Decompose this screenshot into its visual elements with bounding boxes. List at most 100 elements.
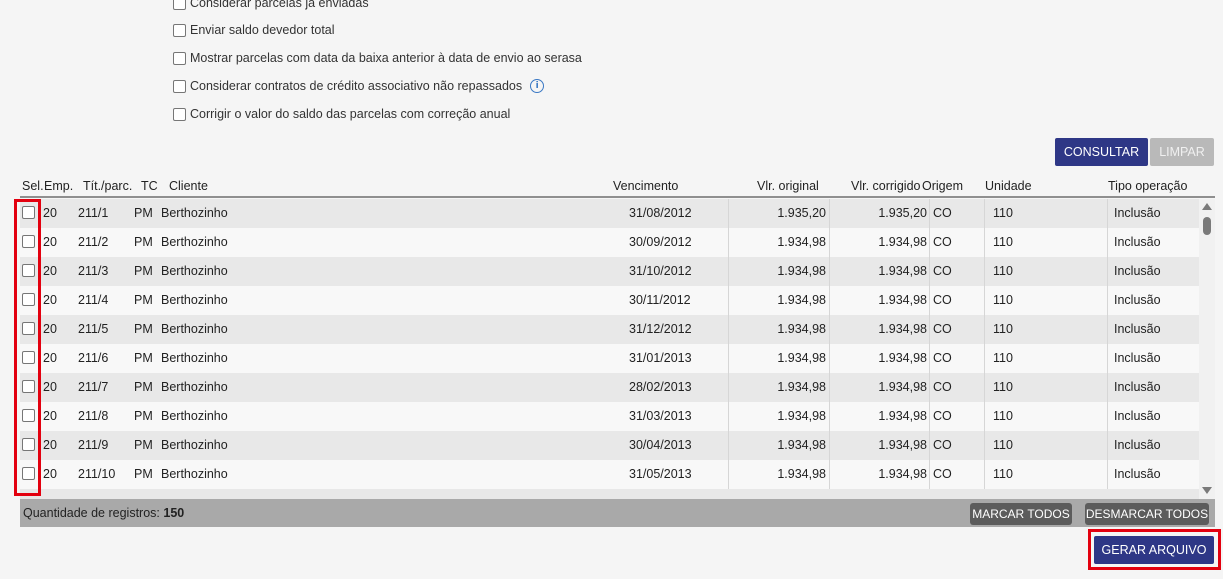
option-5[interactable]: Corrigir o valor do saldo das parcelas c… xyxy=(173,105,510,123)
table-row[interactable]: 20 211/9 PM Berthozinho 30/04/2013 1.934,98 1.… xyxy=(20,431,1199,460)
table-row[interactable]: 20 211/5 PM Berthozinho 31/12/2012 1.934,98 1.… xyxy=(20,315,1199,344)
row-select-checkbox[interactable] xyxy=(22,409,35,422)
scroll-thumb[interactable] xyxy=(1203,217,1211,235)
cell-unidade: 110 xyxy=(993,380,1013,394)
cell-emp: 20 xyxy=(43,467,57,481)
table-row[interactable]: 20 211/3 PM Berthozinho 31/10/2012 1.934,98 1.… xyxy=(20,257,1199,286)
option-checkbox[interactable] xyxy=(173,0,186,10)
cell-vencimento: 31/05/2013 xyxy=(629,467,692,481)
cell-unidade: 110 xyxy=(993,235,1013,249)
cell-vencimento: 31/01/2013 xyxy=(629,351,692,365)
column-divider xyxy=(929,228,930,257)
cell-emp: 20 xyxy=(43,293,57,307)
cell-cliente: Berthozinho xyxy=(161,293,228,307)
column-divider xyxy=(984,315,985,344)
option-checkbox[interactable] xyxy=(173,51,186,65)
cell-unidade: 110 xyxy=(993,293,1013,307)
consultar-button[interactable]: CONSULTAR xyxy=(1055,138,1148,166)
column-divider xyxy=(1107,373,1108,402)
table-row[interactable]: 20 211/2 PM Berthozinho 30/09/2012 1.934,98 1.… xyxy=(20,228,1199,257)
cell-vlr-original: 1.934,98 xyxy=(777,380,826,394)
cell-vlr-original: 1.934,98 xyxy=(777,235,826,249)
gerar-arquivo-button[interactable]: GERAR ARQUIVO xyxy=(1094,536,1214,564)
column-divider xyxy=(829,344,830,373)
cell-cliente: Berthozinho xyxy=(161,351,228,365)
option-label: Corrigir o valor do saldo das parcelas c… xyxy=(190,107,511,121)
scroll-down-icon[interactable] xyxy=(1202,487,1212,494)
col-cliente[interactable]: Cliente xyxy=(169,179,208,193)
row-select-checkbox[interactable] xyxy=(22,206,35,219)
desmarcar-todos-button[interactable]: DESMARCAR TODOS xyxy=(1085,503,1209,525)
table-row[interactable]: 20 211/6 PM Berthozinho 31/01/2013 1.934,98 1.… xyxy=(20,344,1199,373)
column-divider xyxy=(829,257,830,286)
column-divider xyxy=(1107,431,1108,460)
col-unidade[interactable]: Unidade xyxy=(985,179,1032,193)
row-select-checkbox[interactable] xyxy=(22,235,35,248)
option-checkbox[interactable] xyxy=(173,23,186,37)
cell-tc: PM xyxy=(134,438,153,452)
option-1[interactable]: Considerar parcelas já enviadas xyxy=(173,0,369,12)
col-vlr-corrigido[interactable]: Vlr. corrigido xyxy=(851,179,920,193)
table-row[interactable]: 20 211/7 PM Berthozinho 28/02/2013 1.934,98 1.… xyxy=(20,373,1199,402)
row-select-checkbox[interactable] xyxy=(22,264,35,277)
cell-tipo: Inclusão xyxy=(1114,293,1161,307)
column-divider xyxy=(929,315,930,344)
option-label: Considerar contratos de crédito associat… xyxy=(190,79,523,93)
column-divider xyxy=(728,315,729,344)
table-row[interactable]: 20 211/1 PM Berthozinho 31/08/2012 1.935,20 1.… xyxy=(20,199,1199,228)
col-vencimento[interactable]: Vencimento xyxy=(613,179,678,193)
cell-tc: PM xyxy=(134,380,153,394)
cell-vencimento: 30/11/2012 xyxy=(629,293,691,307)
col-vlr-original[interactable]: Vlr. original xyxy=(757,179,819,193)
row-select-checkbox[interactable] xyxy=(22,351,35,364)
cell-tc: PM xyxy=(134,293,153,307)
cell-tipo: Inclusão xyxy=(1114,322,1161,336)
cell-tc: PM xyxy=(134,206,153,220)
col-tit[interactable]: Tít./parc. xyxy=(83,179,132,193)
column-divider xyxy=(929,373,930,402)
limpar-button[interactable]: LIMPAR xyxy=(1150,138,1214,166)
option-checkbox[interactable] xyxy=(173,107,186,121)
option-2[interactable]: Enviar saldo devedor total xyxy=(173,21,335,39)
cell-emp: 20 xyxy=(43,351,57,365)
cell-tipo: Inclusão xyxy=(1114,409,1161,423)
col-emp[interactable]: Emp. xyxy=(44,179,73,193)
row-select-checkbox[interactable] xyxy=(22,322,35,335)
row-select-checkbox[interactable] xyxy=(22,467,35,480)
cell-origem: CO xyxy=(933,409,952,423)
column-divider xyxy=(984,431,985,460)
cell-vencimento: 31/08/2012 xyxy=(629,206,692,220)
cell-cliente: Berthozinho xyxy=(161,322,228,336)
column-divider xyxy=(984,373,985,402)
cell-unidade: 110 xyxy=(993,467,1013,481)
cell-vlr-corrigido: 1.934,98 xyxy=(878,409,927,423)
cell-tc: PM xyxy=(134,467,153,481)
col-tc[interactable]: TC xyxy=(141,179,158,193)
cell-tit: 211/8 xyxy=(78,409,109,423)
column-divider xyxy=(1107,286,1108,315)
table-scrollbar[interactable] xyxy=(1199,199,1215,499)
row-select-checkbox[interactable] xyxy=(22,293,35,306)
table-row[interactable]: 20 211/8 PM Berthozinho 31/03/2013 1.934,98 1.… xyxy=(20,402,1199,431)
option-checkbox[interactable] xyxy=(173,79,186,93)
table-row[interactable]: 20 211/10 PM Berthozinho 31/05/2013 1.934,98 1… xyxy=(20,460,1199,489)
marcar-todos-button[interactable]: MARCAR TODOS xyxy=(970,503,1072,525)
scroll-up-icon[interactable] xyxy=(1202,203,1212,210)
cell-cliente: Berthozinho xyxy=(161,264,228,278)
col-tipo-operacao[interactable]: Tipo operação xyxy=(1108,179,1187,193)
cell-origem: CO xyxy=(933,351,952,365)
option-3[interactable]: Mostrar parcelas com data da baixa anter… xyxy=(173,49,582,67)
col-sel[interactable]: Sel. xyxy=(22,179,44,193)
cell-cliente: Berthozinho xyxy=(161,409,228,423)
row-select-checkbox[interactable] xyxy=(22,438,35,451)
column-divider xyxy=(1107,402,1108,431)
cell-emp: 20 xyxy=(43,322,57,336)
row-select-checkbox[interactable] xyxy=(22,380,35,393)
table-body: 20 211/1 PM Berthozinho 31/08/2012 1.935,20 1.… xyxy=(20,199,1199,499)
info-icon[interactable]: i xyxy=(530,79,545,93)
col-origem[interactable]: Origem xyxy=(922,179,963,193)
option-4[interactable]: Considerar contratos de crédito associat… xyxy=(173,77,545,95)
column-divider xyxy=(929,460,930,489)
cell-unidade: 110 xyxy=(993,409,1013,423)
table-row[interactable]: 20 211/4 PM Berthozinho 30/11/2012 1.934,98 1.… xyxy=(20,286,1199,315)
